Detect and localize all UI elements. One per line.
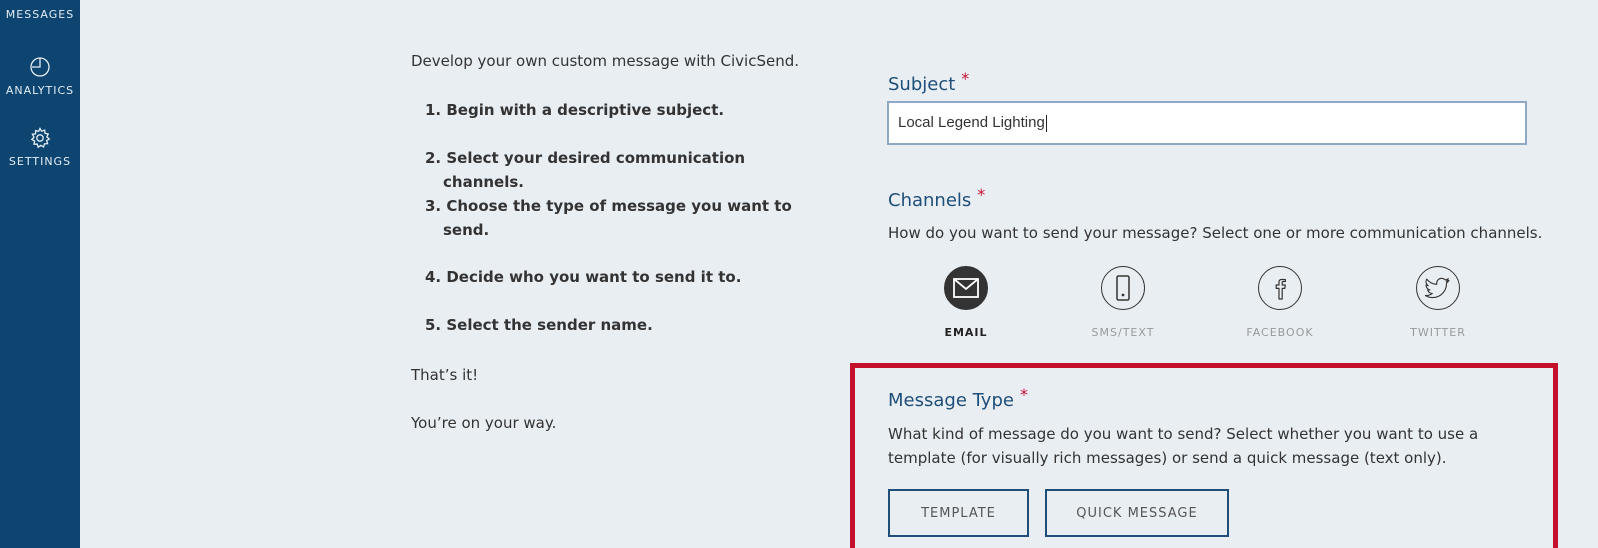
step-item: 3. Choose the type of message you want t… <box>425 197 792 239</box>
channel-email[interactable]: EMAIL <box>916 266 1016 339</box>
channel-label: TWITTER <box>1410 326 1466 339</box>
subject-label: Subject * <box>888 69 969 95</box>
required-marker: * <box>961 69 970 88</box>
step-item: 4. Decide who you want to send it to. <box>425 268 742 286</box>
sidebar-item-messages[interactable]: MESSAGES <box>0 0 80 21</box>
channel-facebook[interactable]: FACEBOOK <box>1230 266 1330 339</box>
messages-icon <box>29 0 51 6</box>
sidebar-item-analytics[interactable]: ANALYTICS <box>0 56 80 97</box>
gear-icon <box>30 127 51 149</box>
facebook-icon <box>1258 266 1302 310</box>
sidebar-item-settings[interactable]: SETTINGS <box>0 127 80 168</box>
channel-label: SMS/TEXT <box>1091 326 1155 339</box>
text-caret <box>1045 114 1047 132</box>
sidebar-nav: MESSAGES ANALYTICS SETTINGS <box>0 0 80 548</box>
phone-icon <box>1101 266 1145 310</box>
intro-outro: You’re on your way. <box>411 414 557 432</box>
channel-twitter[interactable]: TWITTER <box>1388 266 1488 339</box>
template-button[interactable]: TEMPLATE <box>888 489 1029 537</box>
pie-chart-icon <box>30 57 50 77</box>
channel-label: EMAIL <box>944 326 988 339</box>
intro-heading: Develop your own custom message with Civ… <box>411 52 799 70</box>
channels-label-text: Channels <box>888 190 972 211</box>
subject-input[interactable]: Local Legend Lighting <box>887 101 1527 145</box>
sidebar-item-label: SETTINGS <box>8 155 72 168</box>
quick-message-button[interactable]: QUICK MESSAGE <box>1045 489 1229 537</box>
email-icon <box>944 266 988 310</box>
sidebar-item-label: ANALYTICS <box>5 84 75 97</box>
step-item: 1. Begin with a descriptive subject. <box>425 101 725 119</box>
message-type-description-line2: template (for visually rich messages) or… <box>888 449 1447 467</box>
required-marker: * <box>1019 385 1028 404</box>
step-item: 2. Select your desired communication cha… <box>425 149 746 191</box>
channels-label: Channels * <box>888 185 985 211</box>
sidebar-item-label: MESSAGES <box>5 8 75 21</box>
required-marker: * <box>977 185 986 204</box>
message-type-label: Message Type * <box>888 385 1028 411</box>
subject-label-text: Subject <box>888 74 956 95</box>
intro-outro: That’s it! <box>411 366 479 384</box>
channel-label: FACEBOOK <box>1246 326 1314 339</box>
channel-sms[interactable]: SMS/TEXT <box>1073 266 1173 339</box>
message-type-description-line1: What kind of message do you want to send… <box>888 425 1479 443</box>
step-item: 5. Select the sender name. <box>425 316 653 334</box>
subject-input-value: Local Legend Lighting <box>898 114 1045 131</box>
message-type-label-text: Message Type <box>888 390 1014 411</box>
twitter-icon <box>1416 266 1460 310</box>
channels-description: How do you want to send your message? Se… <box>888 224 1543 242</box>
